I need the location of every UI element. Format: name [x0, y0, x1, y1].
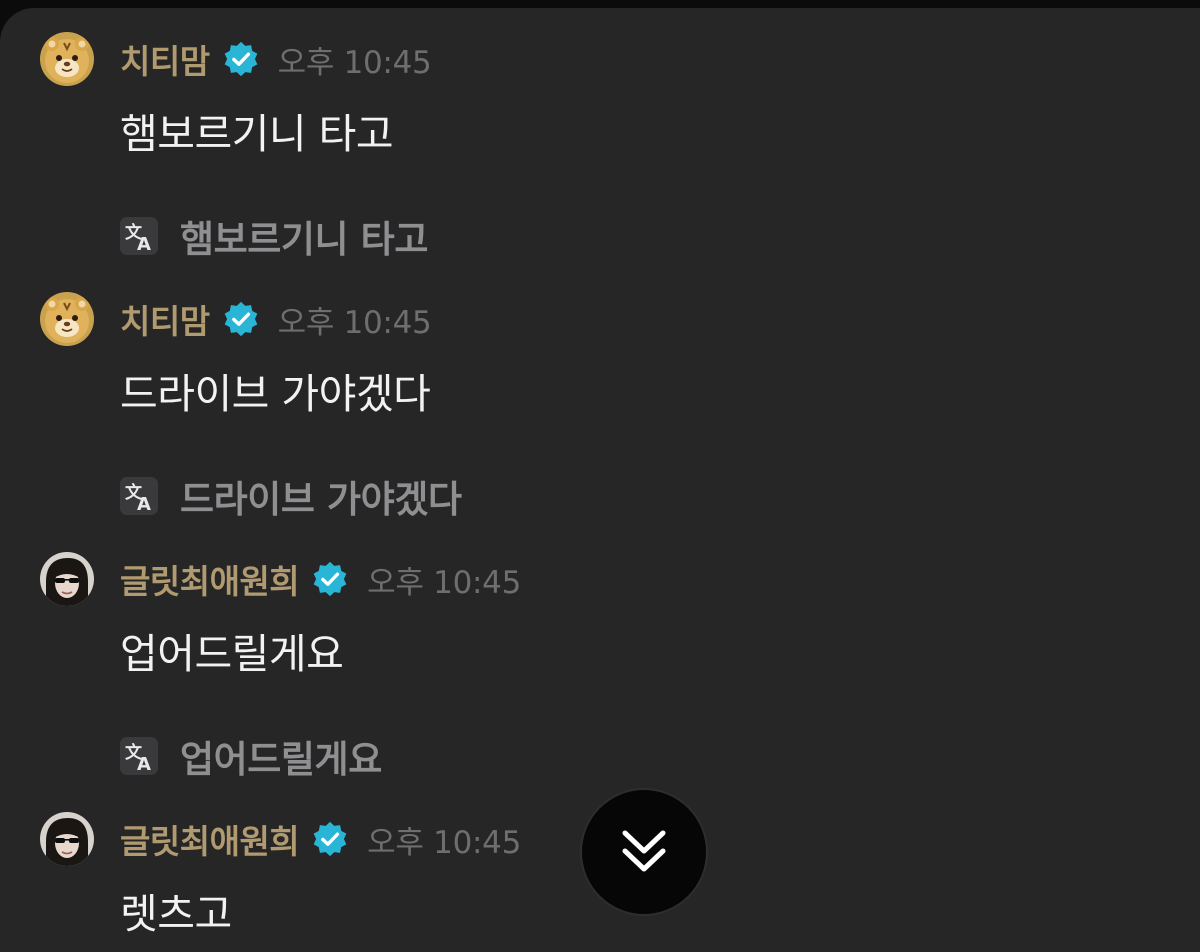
translation-row[interactable]: 햄보르기니 타고: [120, 214, 428, 261]
translation-text: 드라이브 가야겠다: [180, 478, 462, 521]
translation-row[interactable]: 드라이브 가야겠다: [120, 474, 462, 521]
avatar[interactable]: [40, 292, 94, 346]
timestamp: 오후 10:45: [277, 44, 432, 81]
avatar[interactable]: [40, 32, 94, 86]
timestamp: 오후 10:45: [277, 304, 432, 341]
verified-badge-icon: [311, 560, 349, 598]
verified-badge-icon: [311, 820, 349, 858]
username[interactable]: 치티맘: [120, 35, 210, 83]
chat-message: 치티맘 오후 10:45 햄보르기니 타고 햄보르기니 타고: [0, 32, 1200, 262]
translation-row[interactable]: 업어드릴게요: [120, 734, 382, 781]
timestamp: 오후 10:45: [367, 564, 522, 601]
verified-badge-icon: [222, 40, 260, 78]
double-chevron-down-icon: [622, 830, 666, 872]
translate-icon[interactable]: [120, 217, 158, 255]
translate-icon[interactable]: [120, 477, 158, 515]
avatar[interactable]: [40, 552, 94, 606]
message-text[interactable]: 드라이브 가야겠다: [120, 360, 431, 420]
message-text[interactable]: 햄보르기니 타고: [120, 100, 394, 160]
username[interactable]: 글릿최애원희: [120, 555, 300, 603]
translation-text: 업어드릴게요: [180, 738, 382, 781]
message-header: 치티맘 오후 10:45: [120, 294, 432, 344]
scroll-to-bottom-button[interactable]: [580, 788, 708, 916]
timestamp: 오후 10:45: [367, 824, 522, 861]
message-text[interactable]: 렛츠고: [120, 880, 232, 940]
avatar[interactable]: [40, 812, 94, 866]
translate-icon[interactable]: [120, 737, 158, 775]
verified-badge-icon: [222, 300, 260, 338]
chat-panel: 치티맘 오후 10:45 햄보르기니 타고 햄보르기니 타고 치티맘 오후 10…: [0, 8, 1200, 952]
message-text[interactable]: 업어드릴게요: [120, 620, 344, 680]
chat-message: 글릿최애원희 오후 10:45 업어드릴게요 업어드릴게요: [0, 552, 1200, 782]
message-header: 치티맘 오후 10:45: [120, 34, 432, 84]
username[interactable]: 글릿최애원희: [120, 815, 300, 863]
translation-text: 햄보르기니 타고: [180, 218, 428, 261]
username[interactable]: 치티맘: [120, 295, 210, 343]
chat-message: 치티맘 오후 10:45 드라이브 가야겠다 드라이브 가야겠다: [0, 292, 1200, 522]
message-header: 글릿최애원희 오후 10:45: [120, 814, 521, 864]
message-header: 글릿최애원희 오후 10:45: [120, 554, 521, 604]
